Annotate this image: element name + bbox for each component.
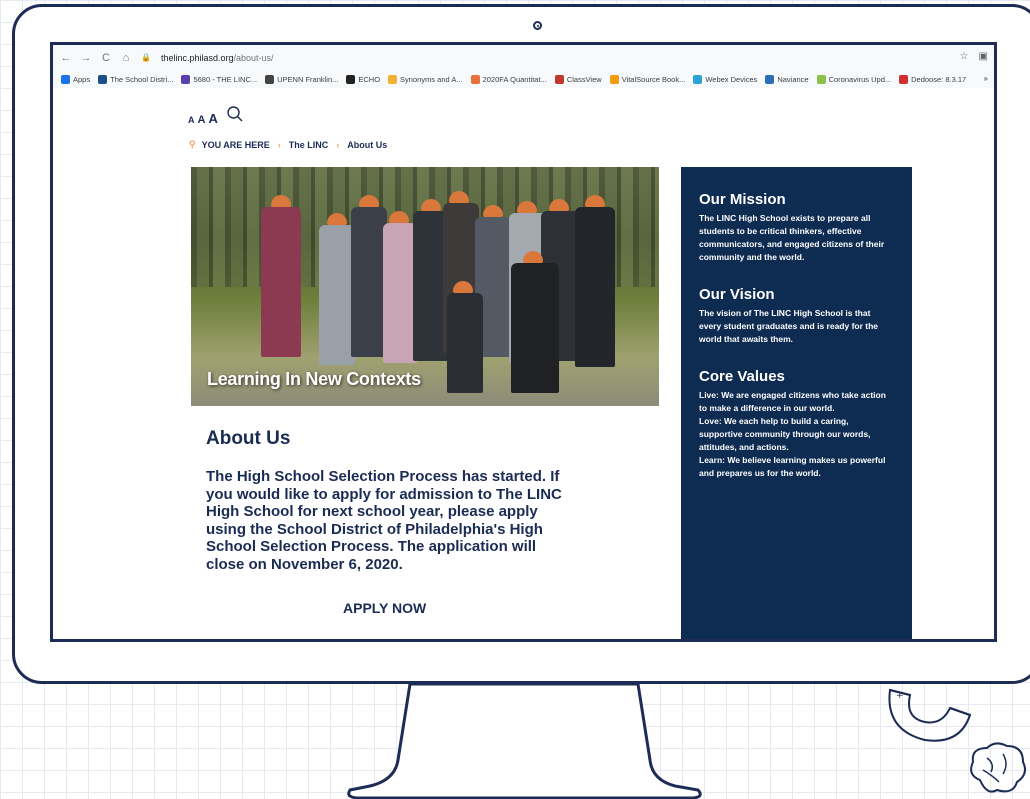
search-icon[interactable] (226, 105, 244, 123)
bookmark-label: The School Distri... (110, 74, 174, 84)
bookmark-favicon-icon (181, 74, 191, 84)
bookmark-item[interactable]: 5680 - THE LINC... (181, 74, 258, 84)
address-bar: ← → C ⌂ 🔒 thelinc.philasd.org/about-us/ … (53, 45, 994, 70)
bookmark-favicon-icon (388, 74, 398, 84)
apps-bookmark[interactable]: Apps (61, 74, 91, 84)
bookmark-label: Webex Devices (705, 74, 758, 84)
bookmark-favicon-icon (470, 74, 480, 84)
breadcrumb-you-are-here: YOU ARE HERE (201, 139, 270, 150)
bookmark-item[interactable]: UPENN Franklin... (265, 74, 339, 84)
bookmarks-overflow-button[interactable]: » (984, 74, 988, 83)
text-size-medium[interactable]: A (198, 114, 206, 126)
breadcrumb-about-us: About Us (347, 139, 388, 150)
extension-icon[interactable]: ▣ (979, 51, 988, 62)
lock-icon: 🔒 (141, 53, 151, 62)
mission-sidebar: Our Mission The LINC High School exists … (681, 167, 912, 639)
chevron-right-icon: › (277, 139, 281, 150)
mission-heading: Our Mission (699, 191, 786, 208)
bookmark-item[interactable]: Naviance (765, 74, 809, 84)
apps-grid-icon (61, 74, 70, 84)
core-value-learn: Learn: We believe learning makes us powe… (699, 455, 886, 478)
svg-text:+: + (896, 691, 904, 701)
apply-now-button[interactable]: APPLY NOW (343, 600, 426, 616)
bookmark-item[interactable]: VitalSource Book... (609, 74, 686, 84)
brain-doodle-icon (970, 742, 1026, 793)
bookmark-label: 5680 - THE LINC... (193, 74, 258, 84)
bookmark-item[interactable]: ClassView (554, 74, 602, 84)
bookmark-label: Synonyms and A... (400, 74, 463, 84)
vision-text: The vision of The LINC High School is th… (699, 308, 879, 344)
bookmark-favicon-icon (693, 74, 703, 84)
vision-heading: Our Vision (699, 286, 775, 303)
bookmark-favicon-icon (554, 74, 564, 84)
bookmark-label: Naviance (777, 74, 809, 84)
bookmark-item[interactable]: Dedoose: 8.3.17 (899, 74, 967, 84)
hero-caption: Learning In New Contexts (207, 369, 421, 389)
bookmark-label: Apps (73, 74, 91, 84)
bookmark-label: VitalSource Book... (621, 74, 686, 84)
browser-actions: ☆ ▣ (960, 51, 988, 62)
star-icon[interactable]: ☆ (960, 51, 969, 62)
about-us-text: The High School Selection Process has st… (206, 468, 562, 573)
url-field[interactable]: thelinc.philasd.org/about-us/ (161, 53, 274, 63)
chevron-right-icon: › (336, 139, 340, 150)
hero-image: Learning In New Contexts (191, 167, 659, 406)
text-size-controls: A A A (188, 105, 244, 126)
breadcrumb: ⚲ YOU ARE HERE › The LINC › About Us (189, 139, 387, 150)
web-page: A A A ⚲ YOU ARE HERE › The LINC › About … (53, 88, 994, 639)
mission-text: The LINC High School exists to prepare a… (699, 213, 885, 262)
camera-icon (533, 21, 542, 30)
bookmark-favicon-icon (609, 74, 619, 84)
bookmark-favicon-icon (265, 74, 275, 84)
text-size-large[interactable]: A (208, 111, 217, 126)
reload-icon[interactable]: C (99, 52, 113, 64)
bookmark-favicon-icon (899, 74, 909, 84)
forward-arrow-icon[interactable]: → (79, 52, 93, 64)
bookmark-favicon-icon (765, 74, 775, 84)
core-value-live: Live: We are engaged citizens who take a… (699, 390, 886, 413)
bookmark-label: Coronavirus Upd... (828, 74, 892, 84)
bookmark-item[interactable]: Webex Devices (693, 74, 758, 84)
breadcrumb-the-linc[interactable]: The LINC (289, 140, 329, 150)
about-us-heading: About Us (206, 428, 291, 449)
bookmark-favicon-icon (346, 74, 356, 84)
bookmark-label: ClassView (566, 74, 602, 84)
text-size-small[interactable]: A (188, 115, 195, 125)
core-values-heading: Core Values (699, 368, 785, 385)
bookmark-label: ECHO (358, 74, 381, 84)
bookmark-item[interactable]: Coronavirus Upd... (816, 74, 892, 84)
bookmark-item[interactable]: ECHO (346, 74, 381, 84)
bookmark-favicon-icon (98, 74, 108, 84)
home-icon[interactable]: ⌂ (119, 52, 133, 64)
location-pin-icon: ⚲ (189, 139, 196, 149)
bookmark-favicon-icon (816, 74, 826, 84)
bookmark-item[interactable]: Synonyms and A... (388, 74, 463, 84)
bookmark-label: 2020FA Quantitat... (482, 74, 547, 84)
back-arrow-icon[interactable]: ← (59, 52, 73, 64)
bookmark-label: UPENN Franklin... (277, 74, 339, 84)
bookmark-item[interactable]: The School Distri... (98, 74, 174, 84)
browser-screen: ← → C ⌂ 🔒 thelinc.philasd.org/about-us/ … (50, 42, 997, 642)
core-value-love: Love: We each help to build a caring, su… (699, 416, 871, 452)
bookmarks-bar: Apps The School Distri... 5680 - THE LINC.… (53, 70, 994, 89)
bookmark-item[interactable]: 2020FA Quantitat... (470, 74, 547, 84)
bookmark-label: Dedoose: 8.3.17 (911, 74, 967, 84)
